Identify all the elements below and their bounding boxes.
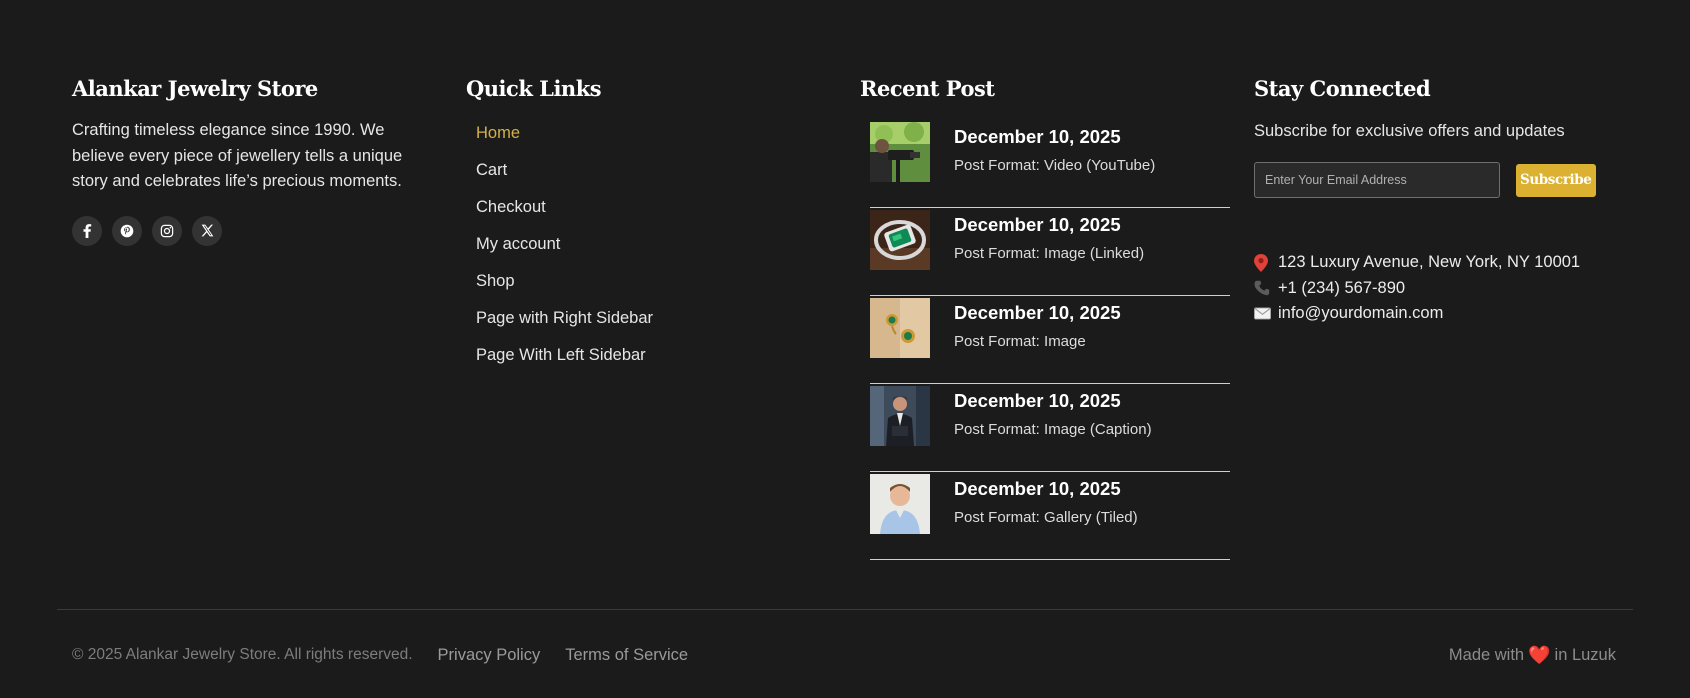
quick-link-my-account[interactable]: My account xyxy=(476,235,560,253)
heart-icon: ❤️ xyxy=(1528,644,1551,665)
post-date[interactable]: December 10, 2025 xyxy=(954,390,1152,412)
footer-bottom-bar: © 2025 Alankar Jewelry Store. All rights… xyxy=(72,644,1616,666)
post-format[interactable]: Post Format: Image (Linked) xyxy=(954,244,1144,264)
recent-post-item[interactable]: December 10, 2025 Post Format: Image (Li… xyxy=(870,208,1230,296)
post-date[interactable]: December 10, 2025 xyxy=(954,214,1144,236)
contact-info: 123 Luxury Avenue, New York, NY 10001 +1… xyxy=(1254,250,1654,327)
post-thumbnail-portrait[interactable] xyxy=(870,474,930,534)
recent-post-item[interactable]: December 10, 2025 Post Format: Gallery (… xyxy=(870,472,1230,560)
post-body: December 10, 2025 Post Format: Video (Yo… xyxy=(954,122,1155,176)
newsletter-form: Subscribe xyxy=(1254,162,1654,198)
quick-link-cart[interactable]: Cart xyxy=(476,161,507,179)
post-thumbnail-emerald-ring[interactable] xyxy=(870,210,930,270)
post-body: December 10, 2025 Post Format: Image xyxy=(954,298,1121,352)
post-body: December 10, 2025 Post Format: Gallery (… xyxy=(954,474,1138,528)
post-date[interactable]: December 10, 2025 xyxy=(954,126,1155,148)
made-with-credit: Made with ❤️ in Luzuk xyxy=(1449,645,1616,666)
contact-email: info@yourdomain.com xyxy=(1254,301,1654,327)
subscribe-button[interactable]: Subscribe xyxy=(1516,163,1596,197)
phone-icon xyxy=(1254,280,1278,296)
post-body: December 10, 2025 Post Format: Image (Li… xyxy=(954,210,1144,264)
recent-post-item[interactable]: December 10, 2025 Post Format: Video (Yo… xyxy=(870,120,1230,208)
quick-link-checkout[interactable]: Checkout xyxy=(476,198,546,216)
recent-posts-column: Recent Post December 10, 2025 Post Forma… xyxy=(860,76,1230,560)
post-date[interactable]: December 10, 2025 xyxy=(954,302,1121,324)
post-format[interactable]: Post Format: Gallery (Tiled) xyxy=(954,508,1138,528)
contact-phone: +1 (234) 567-890 xyxy=(1254,276,1654,302)
privacy-policy-link[interactable]: Privacy Policy xyxy=(438,646,541,665)
email-text[interactable]: info@yourdomain.com xyxy=(1278,301,1443,327)
post-body: December 10, 2025 Post Format: Image (Ca… xyxy=(954,386,1152,440)
footer-divider xyxy=(57,609,1633,610)
post-format[interactable]: Post Format: Image (Caption) xyxy=(954,420,1152,440)
copyright-text: © 2025 Alankar Jewelry Store. All rights… xyxy=(72,646,413,663)
facebook-icon[interactable] xyxy=(72,215,102,246)
list-item: Cart xyxy=(466,157,826,194)
x-icon[interactable] xyxy=(192,215,222,246)
social-links xyxy=(72,215,432,246)
about-title: Alankar Jewelry Store xyxy=(72,76,318,101)
terms-of-service-link[interactable]: Terms of Service xyxy=(565,646,688,665)
list-item: Page With Left Sidebar xyxy=(466,342,826,379)
quick-links-list: Home Cart Checkout My account Shop Page … xyxy=(466,120,826,379)
quick-link-left-sidebar[interactable]: Page With Left Sidebar xyxy=(476,346,646,364)
post-thumbnail-businessman[interactable] xyxy=(870,386,930,446)
location-pin-icon xyxy=(1254,253,1278,272)
list-item: Home xyxy=(466,120,826,157)
envelope-icon xyxy=(1254,307,1278,320)
quick-link-shop[interactable]: Shop xyxy=(476,272,515,290)
recent-post-item[interactable]: December 10, 2025 Post Format: Image (Ca… xyxy=(870,384,1230,472)
list-item: Page with Right Sidebar xyxy=(466,305,826,342)
about-text: Crafting timeless elegance since 1990. W… xyxy=(72,121,403,190)
post-date[interactable]: December 10, 2025 xyxy=(954,478,1138,500)
quick-link-home[interactable]: Home xyxy=(476,124,520,142)
post-format[interactable]: Post Format: Video (YouTube) xyxy=(954,156,1155,176)
address-text: 123 Luxury Avenue, New York, NY 10001 xyxy=(1278,253,1581,271)
recent-post-item[interactable]: December 10, 2025 Post Format: Image xyxy=(870,296,1230,384)
quick-links-title: Quick Links xyxy=(466,76,602,101)
stay-connected-title: Stay Connected xyxy=(1254,76,1431,101)
quick-links-column: Quick Links Home Cart Checkout My accoun… xyxy=(466,76,826,379)
about-column: Alankar Jewelry Store Crafting timeless … xyxy=(72,76,432,246)
post-thumbnail-earrings[interactable] xyxy=(870,298,930,358)
post-format[interactable]: Post Format: Image xyxy=(954,332,1121,352)
email-input[interactable] xyxy=(1254,162,1500,198)
recent-posts-title: Recent Post xyxy=(860,76,995,101)
newsletter-subtitle: Subscribe for exclusive offers and updat… xyxy=(1254,122,1565,140)
stay-connected-column: Stay Connected Subscribe for exclusive o… xyxy=(1254,76,1654,327)
credit-text[interactable]: in Luzuk xyxy=(1555,646,1616,665)
quick-link-right-sidebar[interactable]: Page with Right Sidebar xyxy=(476,309,653,327)
post-thumbnail-video[interactable] xyxy=(870,122,930,182)
recent-posts-list: December 10, 2025 Post Format: Video (Yo… xyxy=(860,120,1230,560)
list-item: Checkout xyxy=(466,194,826,231)
pinterest-icon[interactable] xyxy=(112,215,142,246)
list-item: My account xyxy=(466,231,826,268)
contact-address: 123 Luxury Avenue, New York, NY 10001 xyxy=(1254,250,1654,276)
phone-text[interactable]: +1 (234) 567-890 xyxy=(1278,276,1405,302)
instagram-icon[interactable] xyxy=(152,215,182,246)
list-item: Shop xyxy=(466,268,826,305)
made-with-text: Made with xyxy=(1448,645,1525,664)
site-footer: Alankar Jewelry Store Crafting timeless … xyxy=(0,0,1690,698)
